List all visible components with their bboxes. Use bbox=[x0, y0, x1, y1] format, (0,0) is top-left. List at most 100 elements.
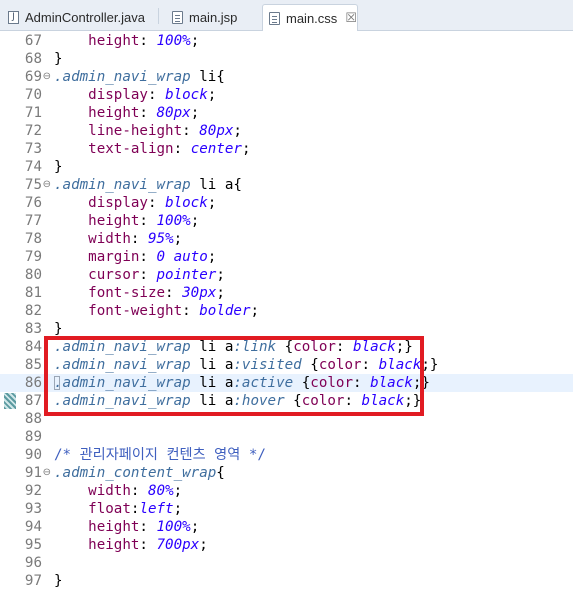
code-text: height: 100%; bbox=[54, 32, 199, 50]
code-token: block bbox=[165, 87, 208, 103]
code-token: : bbox=[173, 141, 191, 157]
line-number: 72 bbox=[24, 123, 42, 139]
code-token: ; bbox=[173, 231, 183, 247]
code-line[interactable]: 68} bbox=[0, 50, 573, 68]
line-number: 76 bbox=[24, 195, 42, 211]
fold-toggle-icon[interactable]: ⊖ bbox=[43, 464, 51, 482]
code-token: ; bbox=[173, 501, 183, 517]
code-token: 80px bbox=[199, 123, 234, 139]
line-gutter: 74 bbox=[0, 158, 52, 176]
line-gutter: 71 bbox=[0, 104, 52, 122]
line-gutter: 72 bbox=[0, 122, 52, 140]
code-line[interactable]: 82 font-weight: bolder; bbox=[0, 302, 573, 320]
code-token: : bbox=[147, 87, 166, 103]
code-text: } bbox=[54, 158, 63, 176]
code-line[interactable]: 94 height: 100%; bbox=[0, 518, 573, 536]
code-text: .admin_content_wrap{ bbox=[54, 464, 225, 482]
code-token: ; bbox=[216, 267, 225, 283]
code-line[interactable]: 70 display: block; bbox=[0, 86, 573, 104]
code-line[interactable]: 95 height: 700px; bbox=[0, 536, 573, 554]
code-token: { bbox=[216, 465, 225, 481]
code-line[interactable]: 69 ⊖ .admin_navi_wrap li{ bbox=[0, 68, 573, 86]
code-line[interactable]: 74} bbox=[0, 158, 573, 176]
fold-toggle-icon[interactable]: ⊖ bbox=[43, 68, 51, 86]
line-number: 97 bbox=[24, 573, 42, 589]
code-token: font-weight bbox=[88, 303, 183, 319]
line-number: 75 bbox=[24, 177, 42, 193]
line-number: 95 bbox=[24, 537, 42, 553]
line-number: 92 bbox=[24, 483, 42, 499]
code-text: } bbox=[54, 50, 63, 68]
code-token: } bbox=[54, 573, 63, 589]
code-line[interactable]: 75 ⊖ .admin_navi_wrap li a{ bbox=[0, 176, 573, 194]
code-token: ; bbox=[241, 141, 251, 157]
code-line[interactable]: 79 margin: 0 auto; bbox=[0, 248, 573, 266]
line-number: 81 bbox=[24, 285, 42, 301]
code-text: /* 관리자페이지 컨텐츠 영역 */ bbox=[54, 446, 266, 464]
code-line[interactable]: 78 width: 95%; bbox=[0, 230, 573, 248]
line-number: 87 bbox=[24, 393, 42, 409]
code-token: : bbox=[130, 231, 148, 247]
line-number: 93 bbox=[24, 501, 42, 517]
line-number: 67 bbox=[24, 33, 42, 49]
line-number: 91 bbox=[24, 465, 42, 481]
code-token: text-align bbox=[88, 141, 174, 157]
code-token: li a{ bbox=[190, 177, 242, 193]
code-text: height: 700px; bbox=[54, 536, 208, 554]
code-token: 80% bbox=[147, 483, 174, 499]
code-token: display bbox=[88, 87, 148, 103]
highlight-box bbox=[44, 336, 424, 416]
code-token: font-size bbox=[88, 285, 166, 301]
code-line[interactable]: 80 cursor: pointer; bbox=[0, 266, 573, 284]
fold-toggle-icon[interactable]: ⊖ bbox=[43, 176, 51, 194]
code-token: 100% bbox=[156, 519, 191, 535]
line-number: 74 bbox=[24, 159, 42, 175]
tab-label: main.css bbox=[286, 10, 338, 26]
code-line[interactable]: 76 display: block; bbox=[0, 194, 573, 212]
code-token: block bbox=[165, 195, 208, 211]
code-text: text-align: center; bbox=[54, 140, 250, 158]
tab-main-css[interactable]: main.css ☒ bbox=[262, 4, 358, 31]
code-line[interactable]: 73 text-align: center; bbox=[0, 140, 573, 158]
code-line[interactable]: 90 /* 관리자페이지 컨텐츠 영역 */ bbox=[0, 446, 573, 464]
code-token: : bbox=[139, 105, 157, 121]
code-token: height bbox=[88, 213, 140, 229]
close-tab-icon[interactable]: ☒ bbox=[345, 11, 357, 26]
code-token: ; bbox=[207, 249, 217, 265]
editor-tab-bar: J AdminController.java main.jsp main.css… bbox=[0, 0, 573, 31]
code-editor[interactable]: 67 height: 100%; 68} 69 ⊖ .admin_navi_wrap l… bbox=[0, 31, 573, 594]
code-token: ; bbox=[233, 123, 242, 139]
code-text: height: 100%; bbox=[54, 518, 199, 536]
code-text: font-size: 30px; bbox=[54, 284, 225, 302]
code-line[interactable]: 67 height: 100%; bbox=[0, 32, 573, 50]
tab-main-jsp[interactable]: main.jsp bbox=[172, 4, 237, 30]
code-line[interactable]: 96 bbox=[0, 554, 573, 572]
code-text: cursor: pointer; bbox=[54, 266, 225, 284]
tab-admincontroller-java[interactable]: J AdminController.java bbox=[8, 4, 145, 30]
code-line[interactable]: 89 bbox=[0, 428, 573, 446]
code-line[interactable]: 77 height: 100%; bbox=[0, 212, 573, 230]
code-line[interactable]: 71 height: 80px; bbox=[0, 104, 573, 122]
code-text: height: 100%; bbox=[54, 212, 199, 230]
code-line[interactable]: 92 width: 80%; bbox=[0, 482, 573, 500]
code-text: width: 95%; bbox=[54, 230, 182, 248]
code-line[interactable]: 91 ⊖ .admin_content_wrap{ bbox=[0, 464, 573, 482]
code-line[interactable]: 81 font-size: 30px; bbox=[0, 284, 573, 302]
code-token: 30px bbox=[182, 285, 217, 301]
line-number: 94 bbox=[24, 519, 42, 535]
css-file-icon bbox=[269, 11, 280, 25]
code-line[interactable]: 72 line-height: 80px; bbox=[0, 122, 573, 140]
line-number: 71 bbox=[24, 105, 42, 121]
code-token: height bbox=[88, 105, 140, 121]
code-line[interactable]: 97} bbox=[0, 572, 573, 590]
tab-label: main.jsp bbox=[189, 9, 238, 25]
code-token: height bbox=[88, 33, 140, 49]
code-token: line-height bbox=[88, 123, 183, 139]
code-line[interactable]: 93 float:left; bbox=[0, 500, 573, 518]
